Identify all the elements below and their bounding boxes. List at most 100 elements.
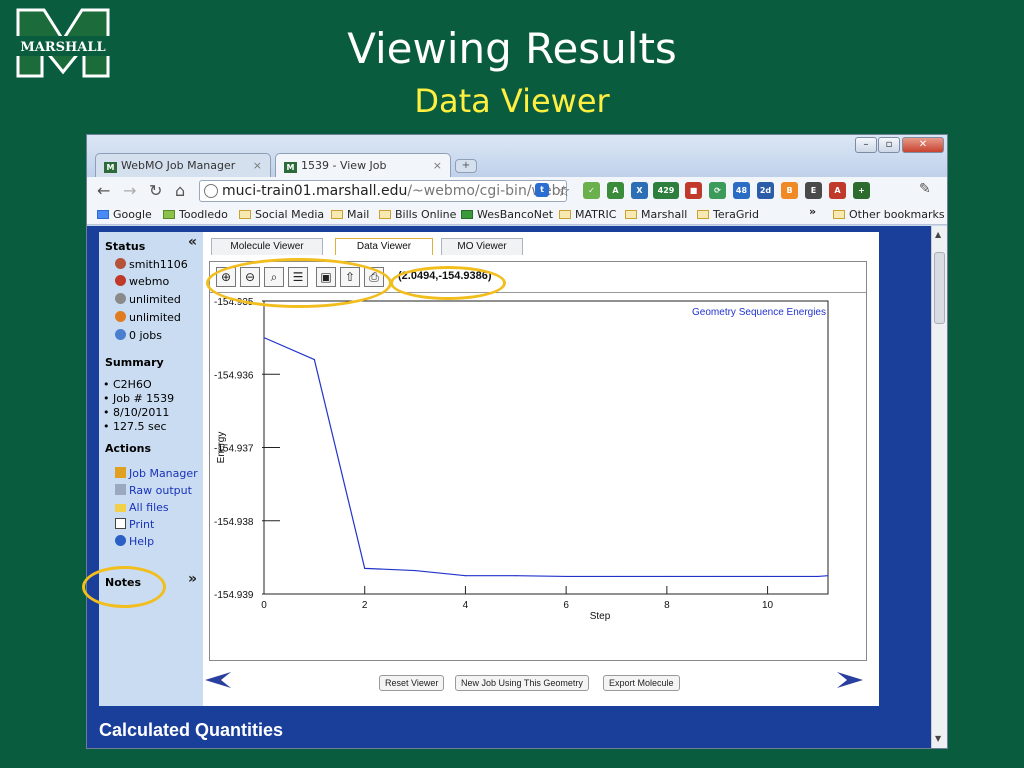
- tools-extension-icon[interactable]: X: [631, 182, 648, 199]
- collapse-sidebar-button[interactable]: «: [188, 234, 197, 250]
- webmo-page: Status « smith1106 webmo unlimited unlim…: [87, 226, 931, 748]
- disk-icon: [115, 293, 126, 304]
- folder-icon: [697, 210, 709, 219]
- evernote-extension-icon[interactable]: E: [805, 182, 822, 199]
- list-icon[interactable]: ☰: [288, 267, 308, 287]
- bookmark-social-media[interactable]: Social Media: [239, 208, 324, 221]
- bookmark-star-icon[interactable]: ☆: [557, 182, 570, 200]
- bookmark-marshall[interactable]: Marshall: [625, 208, 687, 221]
- bookmark-teragrid[interactable]: TeraGrid: [697, 208, 759, 221]
- browser-titlebar: – ▫ ✕ M WebMO Job Manager × M 1539 - View …: [87, 135, 947, 177]
- chart-title: Geometry Sequence Energies: [692, 307, 826, 318]
- bookmark-mail[interactable]: Mail: [331, 208, 369, 221]
- news-extension-icon[interactable]: ■: [685, 182, 702, 199]
- sync-extension-icon[interactable]: ⟳: [709, 182, 726, 199]
- page-action-icon[interactable]: t: [535, 183, 549, 197]
- close-button[interactable]: ✕: [902, 137, 944, 153]
- plus-extension-icon[interactable]: +: [853, 182, 870, 199]
- tab-mo-viewer[interactable]: MO Viewer: [441, 238, 523, 255]
- tab-molecule-viewer[interactable]: Molecule Viewer: [211, 238, 323, 255]
- save-icon[interactable]: ▣: [316, 267, 336, 287]
- y-tick-label: -154.936: [214, 370, 254, 381]
- back-icon[interactable]: ←: [97, 181, 110, 200]
- data-point: [817, 575, 819, 578]
- print-link[interactable]: Print: [115, 518, 154, 531]
- bookmark-wesbanconet[interactable]: WesBancoNet: [461, 208, 553, 221]
- close-tab-icon[interactable]: ×: [253, 159, 262, 172]
- folder-icon: [833, 210, 845, 219]
- new-tab-button[interactable]: +: [455, 159, 477, 173]
- tab-label: WebMO Job Manager: [121, 159, 236, 172]
- new-job-geometry-button[interactable]: New Job Using This Geometry: [455, 675, 589, 691]
- status-jobs: 0 jobs: [115, 329, 162, 342]
- wesbanco-icon: [461, 210, 473, 219]
- data-point: [464, 575, 467, 577]
- reload-icon[interactable]: ↻: [149, 181, 162, 200]
- data-point: [263, 337, 265, 339]
- checkbox-icon: [163, 210, 175, 219]
- notifications-badge[interactable]: 48: [733, 182, 750, 199]
- energy-plot[interactable]: -154.935-154.936-154.937-154.938-154.939…: [210, 293, 866, 661]
- scroll-up-icon[interactable]: ▲: [935, 230, 941, 239]
- blogger-extension-icon[interactable]: B: [781, 182, 798, 199]
- expand-notes-button[interactable]: »: [188, 571, 197, 587]
- tab-job-manager[interactable]: M WebMO Job Manager ×: [95, 153, 271, 177]
- other-bookmarks[interactable]: Other bookmarks: [833, 208, 945, 221]
- export-icon[interactable]: ⇧: [340, 267, 360, 287]
- home-icon[interactable]: ⌂: [175, 181, 185, 200]
- x-tick-label: 0: [261, 600, 267, 611]
- bookmark-matric[interactable]: MATRIC: [559, 208, 616, 221]
- minimize-button[interactable]: –: [855, 137, 877, 153]
- page-scrollbar[interactable]: ▲ ▼: [931, 226, 947, 748]
- tab-data-viewer[interactable]: Data Viewer: [335, 238, 433, 255]
- translate-extension-icon[interactable]: A: [607, 182, 624, 199]
- zoom-out-icon[interactable]: ⊖: [240, 267, 260, 287]
- maximize-button[interactable]: ▫: [878, 137, 900, 153]
- reset-viewer-button[interactable]: Reset Viewer: [379, 675, 445, 691]
- webmo-favicon-icon: M: [104, 162, 117, 173]
- pdf-extension-icon[interactable]: A: [829, 182, 846, 199]
- data-point: [827, 575, 829, 577]
- webmo-favicon-icon: M: [284, 162, 297, 173]
- export-molecule-button[interactable]: Export Molecule: [603, 675, 680, 691]
- x-tick-label: 2: [362, 600, 368, 611]
- scroll-thumb[interactable]: [934, 252, 945, 324]
- tab-view-job[interactable]: M 1539 - View Job ×: [275, 153, 451, 177]
- folder-icon: [559, 210, 571, 219]
- plot-frame: [263, 300, 829, 595]
- scroll-down-icon[interactable]: ▼: [935, 734, 941, 743]
- all-files-link[interactable]: All files: [115, 501, 169, 514]
- browser-window: – ▫ ✕ M WebMO Job Manager × M 1539 - View …: [86, 134, 948, 749]
- more-bookmarks-button[interactable]: »: [809, 205, 816, 218]
- summary-heading: Summary: [105, 356, 164, 369]
- job-manager-link[interactable]: Job Manager: [115, 467, 198, 480]
- address-bar[interactable]: muci-train01.marshall.edu/~webmo/cgi-bin…: [199, 180, 567, 202]
- previous-arrow-icon[interactable]: [205, 672, 231, 688]
- calendar-badge[interactable]: 2d: [757, 182, 774, 199]
- forward-icon[interactable]: →: [123, 181, 136, 200]
- next-arrow-icon[interactable]: [837, 672, 863, 688]
- tab-label: 1539 - View Job: [301, 159, 387, 172]
- group-icon: [115, 275, 126, 286]
- zoom-in-icon[interactable]: ⊕: [216, 267, 236, 287]
- data-point: [766, 575, 769, 578]
- status-user: smith1106: [115, 258, 188, 271]
- bookmark-bills-online[interactable]: Bills Online: [379, 208, 456, 221]
- zoom-fit-icon[interactable]: ⌕: [264, 267, 284, 287]
- help-link[interactable]: Help: [115, 535, 154, 548]
- raw-output-link[interactable]: Raw output: [115, 484, 192, 497]
- print-icon[interactable]: ⎙: [364, 267, 384, 287]
- folder-icon: [379, 210, 391, 219]
- calculated-quantities-heading: Calculated Quantities: [99, 720, 284, 740]
- bookmark-google[interactable]: Google: [97, 208, 152, 221]
- check-extension-icon[interactable]: ✓: [583, 182, 600, 199]
- bookmark-toodledo[interactable]: Toodledo: [163, 208, 228, 221]
- document-icon: [115, 484, 126, 495]
- close-tab-icon[interactable]: ×: [433, 159, 442, 172]
- data-point: [565, 575, 567, 578]
- mail-count-badge[interactable]: 429: [653, 182, 679, 199]
- data-point: [364, 567, 366, 569]
- navigation-bar: ← → ↻ ⌂ muci-train01.marshall.edu/~webmo…: [87, 177, 947, 205]
- wrench-icon[interactable]: ✎: [919, 181, 931, 197]
- status-quota: unlimited: [115, 293, 181, 306]
